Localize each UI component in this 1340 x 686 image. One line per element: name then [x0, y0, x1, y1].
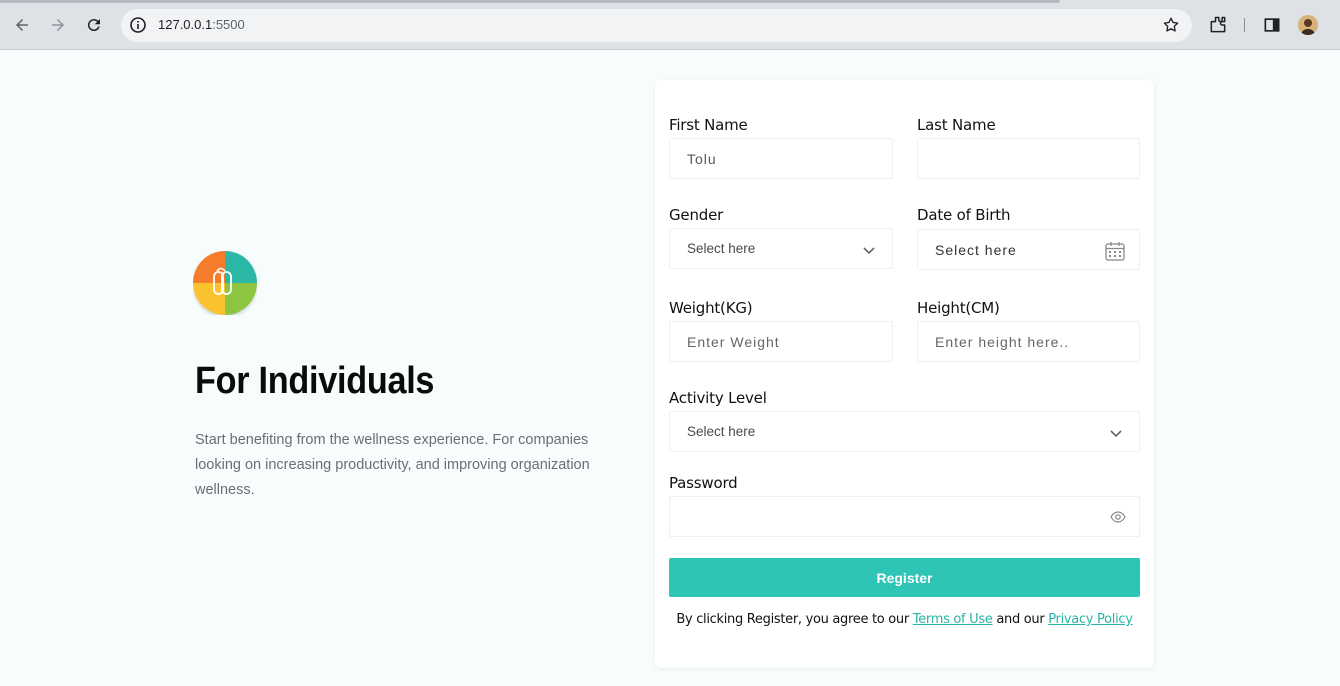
- terms-prefix: By clicking Register, you agree to our: [676, 612, 913, 627]
- bookmark-star-icon[interactable]: [1162, 16, 1180, 34]
- reload-button[interactable]: [82, 13, 106, 37]
- activity-selected-value: Select here: [687, 424, 756, 439]
- terms-notice: By clicking Register, you agree to our T…: [669, 612, 1140, 627]
- register-button[interactable]: Register: [669, 558, 1140, 597]
- gender-label: Gender: [669, 206, 724, 224]
- chevron-down-icon: [1110, 430, 1122, 438]
- first-name-field[interactable]: [669, 138, 893, 179]
- url-port: :5500: [212, 17, 245, 32]
- last-name-label: Last Name: [917, 116, 996, 134]
- calendar-icon[interactable]: [1104, 240, 1126, 262]
- arrow-left-icon: [16, 19, 28, 31]
- first-name-input[interactable]: [670, 139, 892, 178]
- password-label: Password: [669, 474, 738, 492]
- extensions-icon[interactable]: [1208, 15, 1228, 35]
- toolbar-divider: [1244, 18, 1245, 32]
- height-field[interactable]: [917, 321, 1140, 362]
- reload-icon: [87, 19, 100, 32]
- forward-button[interactable]: [46, 13, 70, 37]
- info-icon[interactable]: [128, 15, 148, 35]
- terms-middle: and our: [992, 612, 1049, 627]
- tab-strip: [0, 0, 1060, 3]
- height-input[interactable]: [918, 322, 1139, 361]
- profile-avatar[interactable]: [1298, 15, 1318, 35]
- url-text: 127.0.0.1:5500: [158, 17, 245, 32]
- arrow-right-icon: [52, 19, 64, 31]
- weight-label: Weight(KG): [669, 299, 753, 317]
- back-button[interactable]: [10, 13, 34, 37]
- dob-placeholder: Select here: [935, 242, 1017, 258]
- browser-toolbar: 127.0.0.1:5500: [0, 0, 1340, 50]
- activity-level-select[interactable]: Select here: [669, 411, 1140, 452]
- avatar-icon: [1301, 19, 1315, 35]
- hero-description: Start benefiting from the wellness exper…: [195, 432, 590, 498]
- password-field[interactable]: [669, 496, 1140, 537]
- chevron-down-icon: [863, 247, 875, 255]
- side-panel-icon[interactable]: [1262, 15, 1282, 35]
- password-input[interactable]: [670, 497, 1139, 536]
- dob-label: Date of Birth: [917, 206, 1011, 224]
- dob-field[interactable]: Select here: [917, 229, 1140, 270]
- privacy-policy-link[interactable]: Privacy Policy: [1048, 612, 1133, 627]
- height-label: Height(CM): [917, 299, 1000, 317]
- gender-select[interactable]: Select here: [669, 228, 893, 269]
- first-name-label: First Name: [669, 116, 748, 134]
- activity-level-label: Activity Level: [669, 389, 767, 407]
- weight-input[interactable]: [670, 322, 892, 361]
- terms-of-use-link[interactable]: Terms of Use: [913, 612, 993, 627]
- url-host: 127.0.0.1: [158, 17, 213, 32]
- last-name-input[interactable]: [918, 139, 1139, 178]
- brand-logo: [193, 251, 257, 315]
- last-name-field[interactable]: [917, 138, 1140, 179]
- eye-icon[interactable]: [1110, 510, 1126, 524]
- gender-selected-value: Select here: [687, 241, 756, 256]
- weight-field[interactable]: [669, 321, 893, 362]
- hero-title: For Individuals: [195, 360, 435, 402]
- address-bar[interactable]: 127.0.0.1:5500: [121, 9, 1192, 42]
